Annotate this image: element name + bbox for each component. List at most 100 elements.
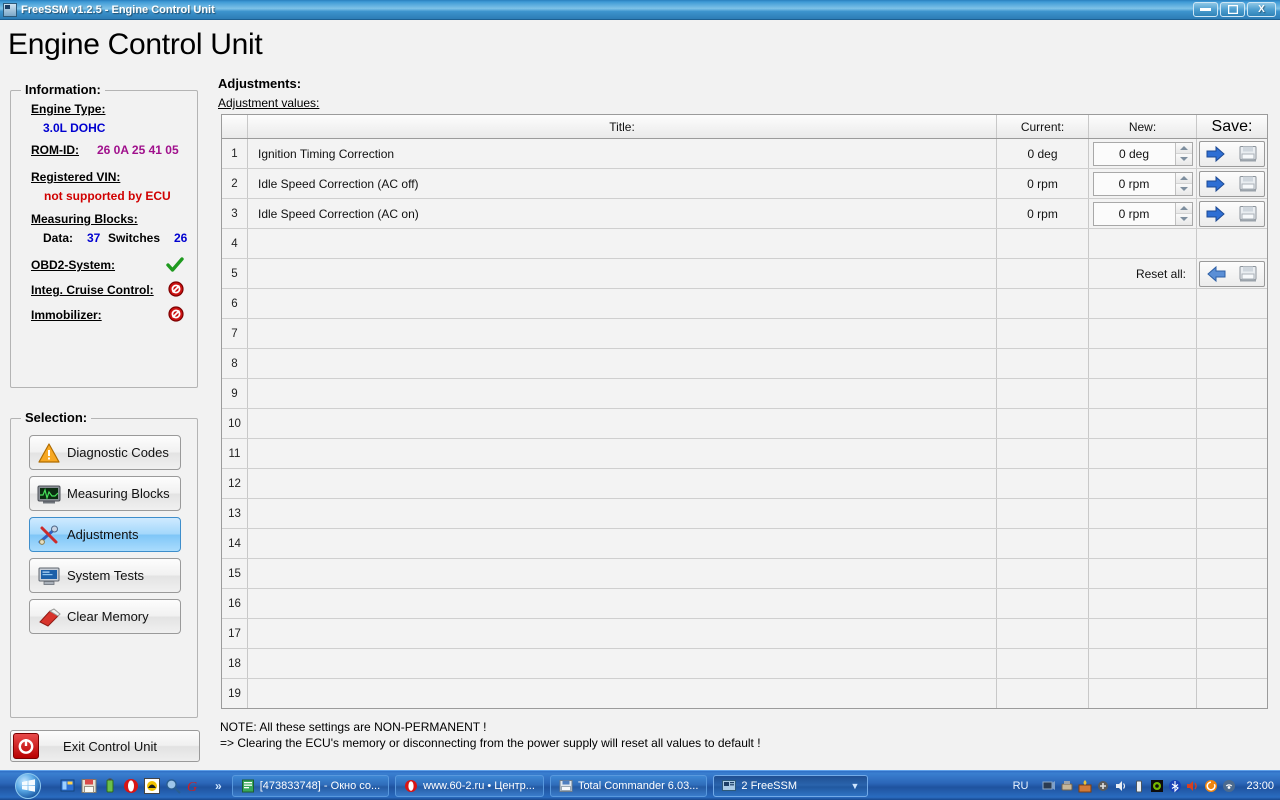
new-value-spinner[interactable]: 0 deg xyxy=(1092,141,1193,166)
minimize-button[interactable] xyxy=(1193,2,1218,17)
row-save-cell xyxy=(1197,229,1267,258)
spinner-down-button[interactable] xyxy=(1175,154,1192,165)
network-icon[interactable] xyxy=(1042,779,1056,793)
registered-vin-value: not supported by ECU xyxy=(44,189,171,203)
row-save-cell xyxy=(1197,649,1267,678)
nvidia-icon[interactable] xyxy=(1150,779,1164,793)
taskbar-task-button[interactable]: www.60-2.ru • Центр... xyxy=(395,774,544,797)
exit-control-unit-button[interactable]: Exit Control Unit xyxy=(10,730,200,762)
quick-launch-overflow-icon[interactable]: » xyxy=(215,779,222,793)
row-save-cell xyxy=(1197,409,1267,438)
note-line-1: NOTE: All these settings are NON-PERMANE… xyxy=(220,720,487,734)
window-title: FreeSSM v1.2.5 - Engine Control Unit xyxy=(21,3,215,16)
row-new-value-cell xyxy=(1089,529,1197,558)
winamp-icon[interactable] xyxy=(144,777,160,794)
row-save-cell xyxy=(1197,619,1267,648)
rom-id-value: 26 0A 25 41 05 xyxy=(97,143,179,157)
sidebar-item-clear-memory[interactable]: Clear Memory xyxy=(29,599,181,634)
taskbar-task-label: Total Commander 6.03... xyxy=(577,779,699,792)
row-save-cell xyxy=(1197,319,1267,348)
row-title xyxy=(248,289,997,318)
speaker-icon[interactable] xyxy=(1186,779,1200,793)
table-row: 2 Idle Speed Correction (AC off) 0 rpm 0 rp… xyxy=(222,169,1267,199)
save-value-button[interactable] xyxy=(1199,200,1265,227)
row-current-value: 0 rpm xyxy=(997,199,1089,228)
show-desktop-icon[interactable] xyxy=(60,778,76,794)
firewall-icon[interactable] xyxy=(1078,779,1092,793)
taskbar-task-label: www.60-2.ru • Центр... xyxy=(423,779,535,792)
antivirus-icon[interactable] xyxy=(1096,779,1110,793)
sidebar-item-label: Diagnostic Codes xyxy=(67,445,169,460)
row-title: Idle Speed Correction (AC off) xyxy=(248,169,997,198)
spinner-up-button[interactable] xyxy=(1175,142,1192,154)
adjustment-values-caption: Adjustment values: xyxy=(218,96,320,110)
column-header-title: Title: xyxy=(248,115,997,138)
save-value-button[interactable] xyxy=(1199,170,1265,197)
row-new-value-cell: 0 rpm xyxy=(1089,169,1197,198)
usb-icon[interactable] xyxy=(1060,779,1074,793)
table-header-row: Title: Current: New: Save: xyxy=(222,115,1267,139)
row-title xyxy=(248,439,997,468)
floppy-disk-icon xyxy=(1239,265,1257,281)
close-button[interactable]: X xyxy=(1247,2,1276,17)
taskbar-task-button[interactable]: 2 FreeSSM ▼ xyxy=(713,774,869,797)
power-icon xyxy=(13,733,39,759)
new-value-spinner[interactable]: 0 rpm xyxy=(1092,171,1193,196)
page-title: Engine Control Unit xyxy=(8,28,263,61)
row-new-value-cell xyxy=(1089,319,1197,348)
taskbar-task-button[interactable]: [473833748] - Окно со... xyxy=(231,774,390,797)
sidebar-item-adjustments[interactable]: Adjustments xyxy=(29,517,181,552)
table-row: 18 xyxy=(222,649,1267,679)
maximize-button[interactable] xyxy=(1220,2,1245,17)
clock[interactable]: 23:00 xyxy=(1246,780,1274,792)
table-row: 15 xyxy=(222,559,1267,589)
new-value-spinner[interactable]: 0 rpm xyxy=(1092,201,1193,226)
update-icon[interactable] xyxy=(1204,779,1218,793)
table-row: 14 xyxy=(222,529,1267,559)
battery-icon[interactable] xyxy=(102,778,118,794)
sidebar-item-measuring-blocks[interactable]: Measuring Blocks xyxy=(29,476,181,511)
spinner-down-button[interactable] xyxy=(1175,214,1192,225)
table-row: 8 xyxy=(222,349,1267,379)
new-value-input[interactable]: 0 deg xyxy=(1093,142,1175,165)
information-panel-title: Information: xyxy=(21,82,105,97)
reset-all-button[interactable] xyxy=(1199,260,1265,287)
volume-small-icon[interactable] xyxy=(1114,779,1128,793)
bluetooth-icon[interactable] xyxy=(1168,779,1182,793)
new-value-input[interactable]: 0 rpm xyxy=(1093,172,1175,195)
adjustments-table: Title: Current: New: Save: 1 Ignition Tim… xyxy=(221,114,1268,709)
taskbar-task-label: 2 FreeSSM xyxy=(741,779,798,792)
system-tray: RU 23:00 xyxy=(1013,779,1280,793)
row-title xyxy=(248,499,997,528)
row-new-value-cell xyxy=(1089,409,1197,438)
row-save-cell xyxy=(1197,349,1267,378)
sidebar-item-diagnostic-codes[interactable]: Diagnostic Codes xyxy=(29,435,181,470)
taskbar-task-button[interactable]: Total Commander 6.03... xyxy=(549,774,708,797)
table-row: 17 xyxy=(222,619,1267,649)
language-indicator[interactable]: RU xyxy=(1013,780,1029,792)
start-button[interactable] xyxy=(2,772,54,800)
information-panel: Information: Engine Type: 3.0L DOHC ROM-… xyxy=(10,82,198,388)
spinner-up-button[interactable] xyxy=(1175,202,1192,214)
sidebar-item-system-tests[interactable]: System Tests xyxy=(29,558,181,593)
chevron-down-icon[interactable]: ▼ xyxy=(850,781,859,791)
floppy-save-icon[interactable] xyxy=(81,778,97,794)
column-header-number xyxy=(222,115,248,138)
new-value-input[interactable]: 0 rpm xyxy=(1093,202,1175,225)
search-icon[interactable] xyxy=(165,778,181,794)
window-controls: X xyxy=(1193,2,1276,17)
opera-icon[interactable] xyxy=(123,778,139,794)
wireless-icon[interactable] xyxy=(1222,779,1236,793)
selection-panel-title: Selection: xyxy=(21,410,92,425)
sidebar-item-label: System Tests xyxy=(67,568,145,583)
spinner-down-button[interactable] xyxy=(1175,184,1192,195)
row-save-cell xyxy=(1197,259,1267,288)
save-value-button[interactable] xyxy=(1199,140,1265,167)
row-number: 10 xyxy=(222,409,248,438)
measuring-blocks-label: Measuring Blocks: xyxy=(31,212,138,226)
spinner-up-button[interactable] xyxy=(1175,172,1192,184)
table-body: 1 Ignition Timing Correction 0 deg 0 deg 2 Id… xyxy=(222,139,1267,708)
row-save-cell xyxy=(1197,169,1267,198)
getright-icon[interactable]: G xyxy=(186,778,202,795)
battery-tray-icon[interactable] xyxy=(1132,779,1146,793)
